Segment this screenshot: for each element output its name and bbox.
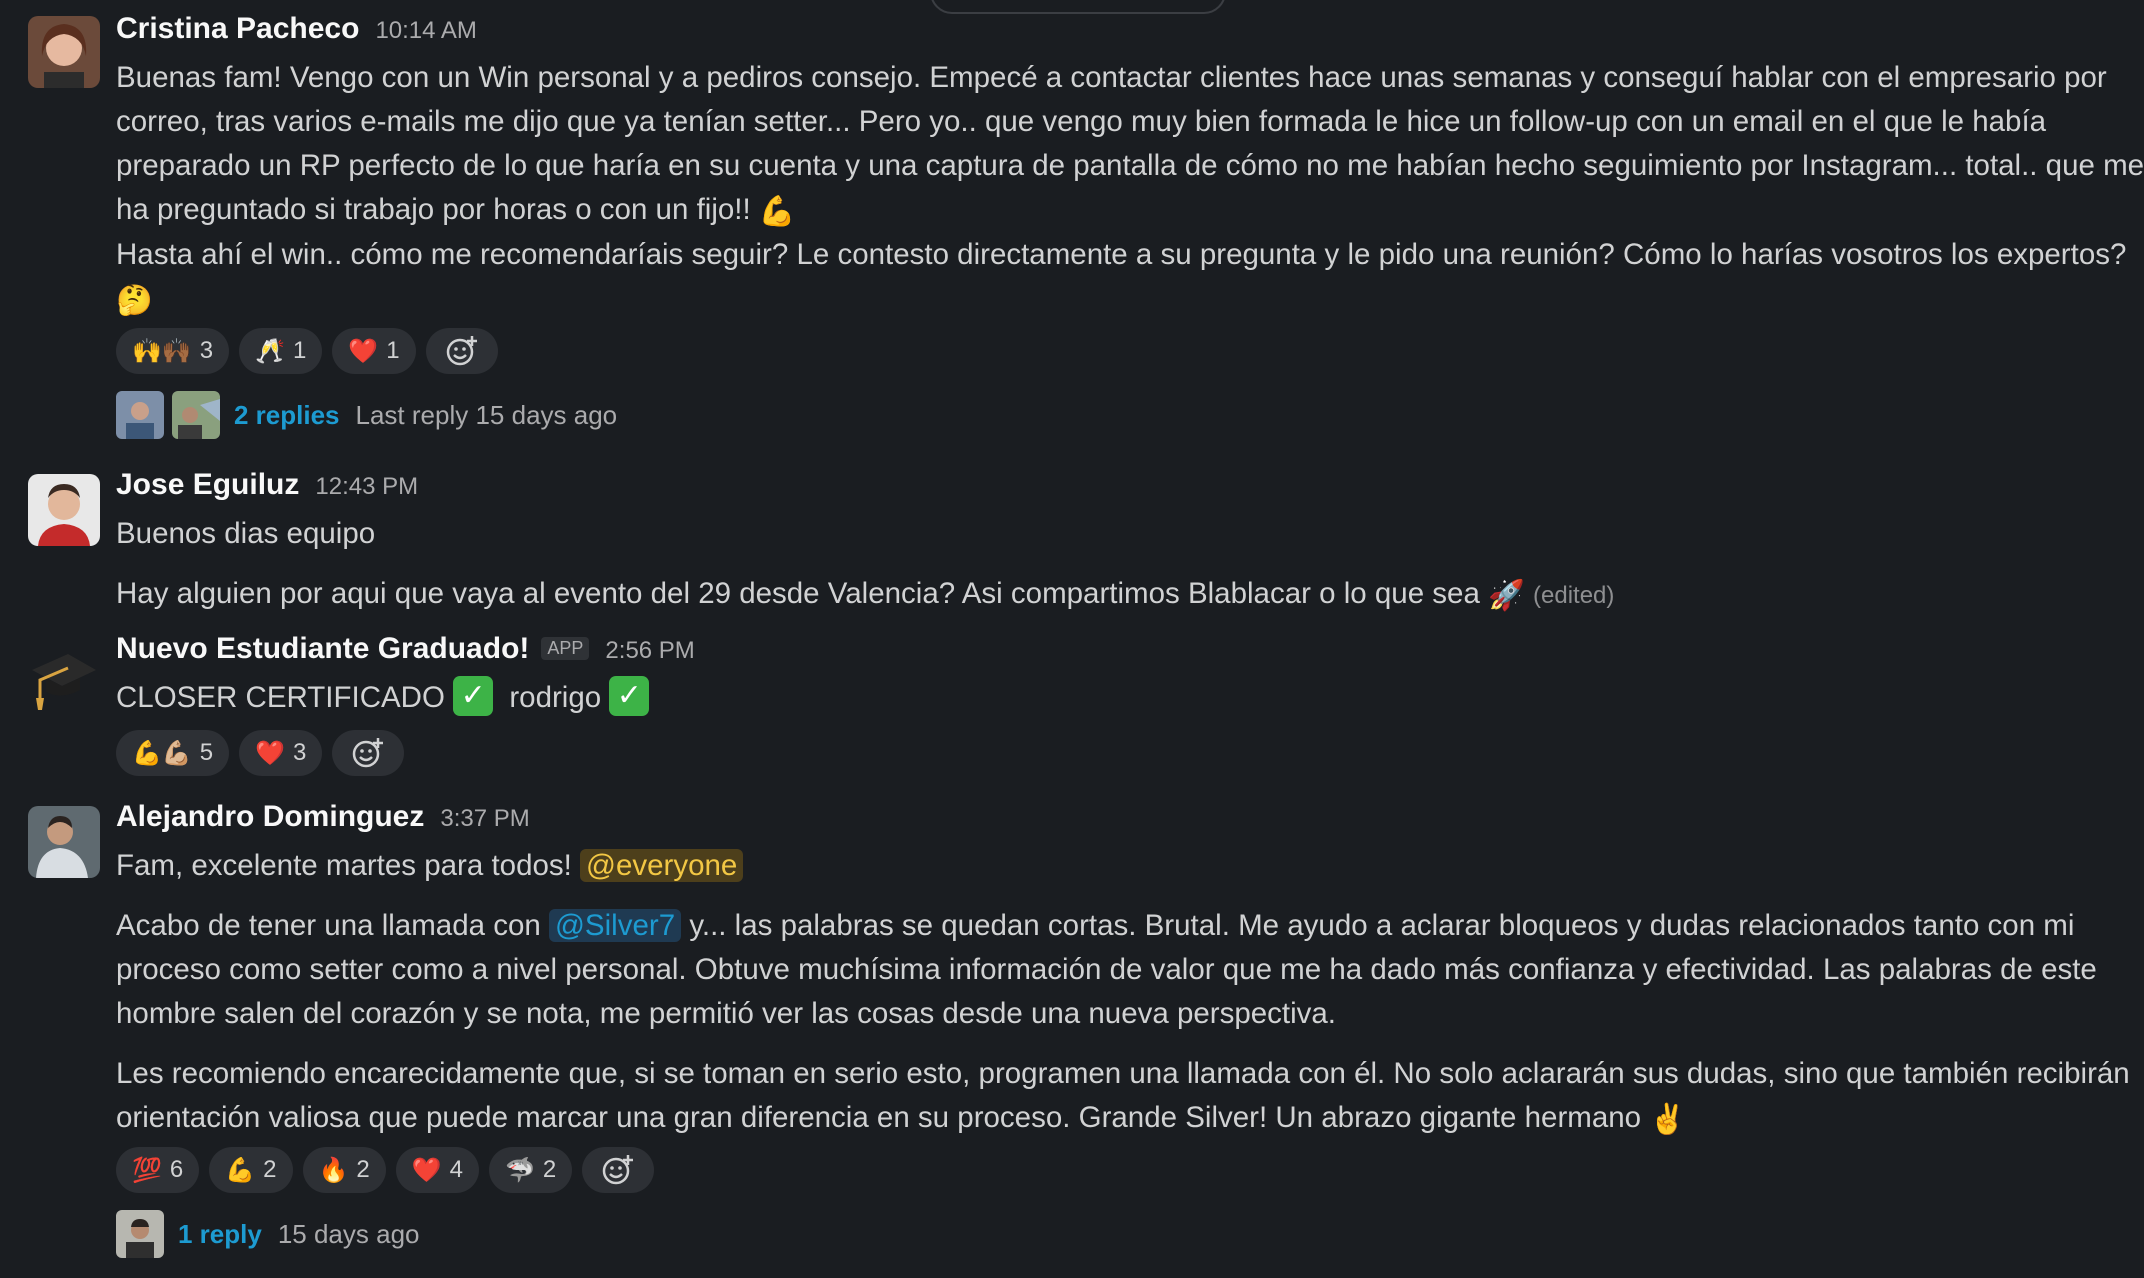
message-line: Hasta ahí el win.. cómo me recomendaríai… (116, 238, 2127, 272)
muscle-icon: 💪💪🏼 (132, 739, 192, 767)
add-reaction-button[interactable] (425, 328, 498, 375)
shark-icon: 🦈 (505, 1156, 535, 1184)
timestamp[interactable]: 2:56 PM (605, 637, 694, 665)
hundred-points-icon: 💯 (132, 1156, 162, 1184)
message-text: Acabo de tener una llamada con (116, 909, 541, 942)
message-line: proceso como setter como a nivel persona… (116, 953, 2097, 986)
reply-avatar (116, 1210, 164, 1259)
check-mark-icon: ✓ (453, 676, 494, 717)
muscle-icon: 💪 (225, 1156, 256, 1184)
avatar[interactable] (28, 16, 100, 88)
reply-avatar (116, 391, 164, 440)
message-line-emoji: 🤔 (116, 277, 2134, 322)
rocket-emoji-icon: 🚀 (1488, 578, 1525, 613)
clinking-glasses-icon: 🥂 (255, 337, 286, 365)
message-line: CLOSER CERTIFICADO ✓ rodrigo ✓ (116, 676, 2134, 720)
thinking-emoji-icon: 🤔 (116, 283, 153, 318)
reaction-pill[interactable]: ❤️ 1 (332, 328, 416, 375)
add-reaction-button[interactable] (332, 730, 405, 776)
reaction-pill[interactable]: 💪💪🏼 5 (116, 730, 230, 776)
reaction-bar: 🙌🙌🏾 3 🥂 1 ❤️ 1 (116, 328, 2134, 375)
reaction-pill[interactable]: 💯 6 (116, 1147, 200, 1194)
message-text: y... las palabras se quedan cortas. Brut… (689, 909, 2075, 942)
message-line: Les recomiendo encarecidamente que, si s… (116, 1057, 2130, 1090)
timestamp[interactable]: 10:14 AM (375, 17, 476, 45)
edited-label: (edited) (1533, 582, 1615, 609)
message-line: hombre salen del corazón y se nota, me p… (116, 997, 1337, 1030)
author-name[interactable]: Nuevo Estudiante Graduado! (116, 632, 529, 666)
message-line-with-emoji: ha preguntado si trabajo por horas o con… (116, 188, 2134, 233)
message-text: ha preguntado si trabajo por horas o con… (116, 193, 751, 226)
message-line: Fam, excelente martes para todos! @every… (116, 844, 2134, 888)
reaction-count: 1 (386, 337, 400, 365)
avatar[interactable] (28, 806, 100, 878)
message-line: correo, tras varios e-mails me dijo que … (116, 105, 2047, 138)
reaction-pill[interactable]: 🔥 2 (302, 1147, 386, 1194)
reaction-pill[interactable]: 🥂 1 (239, 328, 323, 375)
message-text: orientación valiosa que puede marcar una… (116, 1101, 1642, 1134)
reaction-count: 6 (169, 1156, 184, 1184)
message-text: CLOSER CERTIFICADO (116, 681, 445, 714)
reaction-count: 2 (263, 1156, 277, 1184)
reply-avatar (172, 391, 220, 440)
replies-link[interactable]: 2 replies (234, 400, 340, 431)
reaction-count: 2 (356, 1156, 370, 1184)
timestamp[interactable]: 3:37 PM (440, 805, 529, 833)
add-reaction-icon (603, 1155, 634, 1185)
last-reply-text: 15 days ago (277, 1218, 420, 1249)
reaction-bar: 💯 6 💪 2 🔥 2 ❤️ 4 🦈 2 (116, 1147, 2134, 1194)
muscle-emoji-icon: 💪 (758, 194, 796, 229)
message-line: Buenos dias equipo (116, 517, 376, 550)
reaction-count: 3 (293, 739, 307, 766)
message-line: Acabo de tener una llamada con @Silver7 … (116, 904, 2134, 948)
reaction-count: 4 (449, 1156, 463, 1184)
avatar[interactable] (28, 474, 100, 546)
raised-hands-icon: 🙌🙌🏾 (132, 337, 192, 365)
timestamp[interactable]: 12:43 PM (315, 473, 418, 501)
author-name[interactable]: Alejandro Dominguez (116, 800, 424, 834)
heart-icon: ❤️ (255, 739, 286, 767)
heart-icon: ❤️ (411, 1156, 442, 1184)
fire-icon: 🔥 (318, 1156, 349, 1184)
thread-summary[interactable]: 1 reply 15 days ago (116, 1209, 2134, 1259)
message-line-with-emoji: orientación valiosa que puede marcar una… (116, 1096, 2134, 1141)
mention-everyone[interactable]: @everyone (580, 849, 744, 882)
message-line: preparado un RP perfecto de lo que haría… (116, 149, 2144, 182)
reaction-pill[interactable]: ❤️ 4 (395, 1147, 479, 1194)
message-text: Hay alguien por aqui que vaya al evento … (116, 577, 1480, 610)
avatar[interactable] (28, 640, 100, 712)
reaction-pill[interactable]: 💪 2 (209, 1147, 293, 1194)
author-name[interactable]: Jose Eguiluz (116, 468, 299, 502)
last-reply-text: Last reply 15 days ago (355, 399, 618, 430)
reaction-count: 3 (199, 337, 214, 365)
add-reaction-icon (353, 738, 384, 768)
reaction-count: 5 (199, 739, 214, 766)
replies-link[interactable]: 1 reply (178, 1219, 262, 1250)
check-mark-icon: ✓ (609, 676, 650, 717)
author-name[interactable]: Cristina Pacheco (116, 12, 359, 46)
thread-summary[interactable]: 2 replies Last reply 15 days ago (116, 390, 2134, 440)
victory-hand-emoji-icon: ✌️ (1649, 1102, 1687, 1137)
reaction-pill[interactable]: 🙌🙌🏾 3 (116, 328, 230, 375)
add-reaction-icon (446, 336, 477, 366)
add-reaction-button[interactable] (582, 1147, 655, 1194)
reaction-count: 1 (293, 337, 307, 365)
app-badge: APP (541, 637, 590, 660)
reaction-pill[interactable]: ❤️ 3 (239, 730, 323, 776)
message-line-with-emoji: Hay alguien por aqui que vaya al evento … (116, 572, 2134, 618)
mention-user[interactable]: @Silver7 (548, 909, 682, 942)
reaction-pill[interactable]: 🦈 2 (489, 1147, 573, 1194)
graduation-cap-icon (32, 654, 96, 710)
message-text: Fam, excelente martes para todos! (116, 849, 572, 882)
heart-icon: ❤️ (348, 337, 379, 365)
reaction-bar: 💪💪🏼 5 ❤️ 3 (116, 730, 2134, 776)
message-text: rodrigo (509, 681, 602, 714)
message-line: Buenas fam! Vengo con un Win personal y … (116, 61, 2107, 94)
reaction-count: 2 (542, 1156, 557, 1184)
